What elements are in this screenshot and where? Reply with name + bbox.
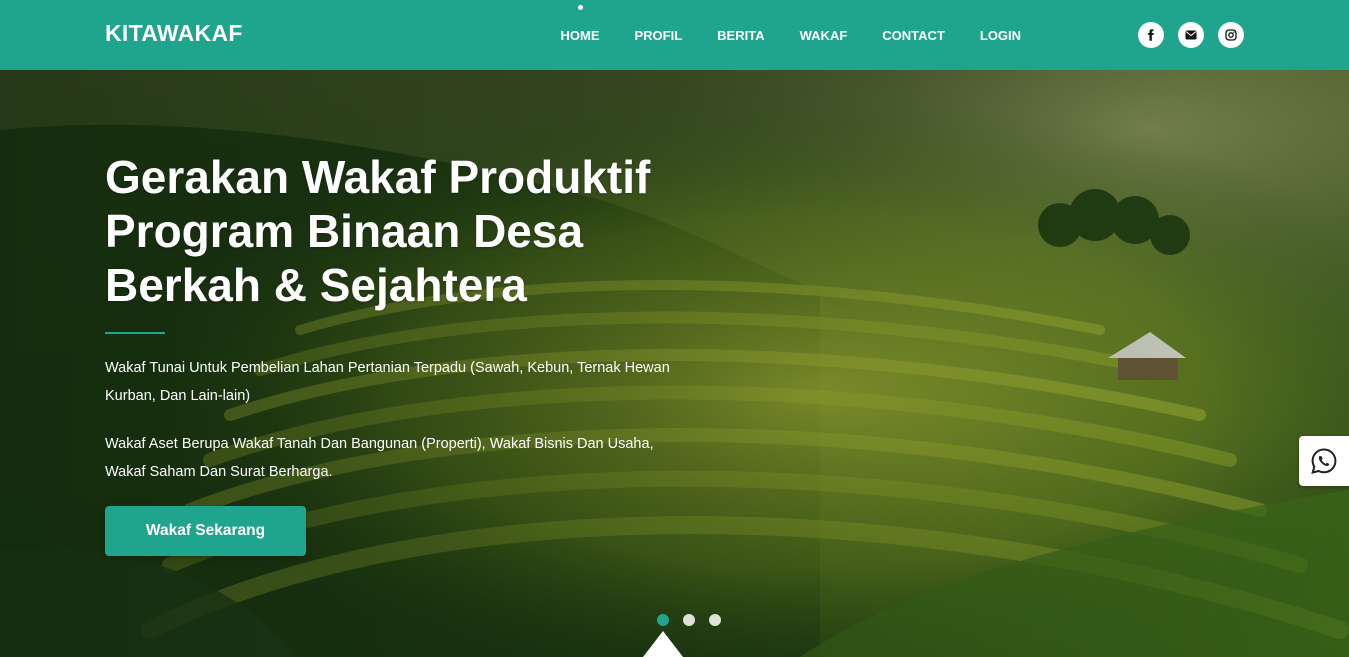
hero-title-line: Program Binaan Desa: [105, 205, 584, 257]
instagram-icon[interactable]: [1218, 22, 1244, 48]
nav-item-label: PROFIL: [634, 27, 683, 43]
brand-logo[interactable]: KITAWAKAF: [105, 20, 243, 47]
hero-title-line: Berkah & Sejahtera: [105, 259, 527, 311]
envelope-icon[interactable]: [1178, 22, 1204, 48]
hero-paragraph: Wakaf Tunai Untuk Pembelian Lahan Pertan…: [105, 360, 670, 404]
hero-title: Gerakan Wakaf Produktif Program Binaan D…: [105, 150, 685, 312]
hero-slider: Gerakan Wakaf Produktif Program Binaan D…: [0, 70, 1349, 657]
nav-item-berita[interactable]: BERITA: [700, 28, 782, 43]
wakaf-sekarang-button[interactable]: Wakaf Sekarang: [105, 506, 306, 556]
navbar: KITAWAKAF HOME PROFIL BERITA WAKAF CONTA…: [0, 0, 1349, 70]
main-nav: HOME PROFIL BERITA WAKAF CONTACT LOGIN: [543, 0, 1039, 70]
slider-dot-3[interactable]: [709, 614, 721, 626]
nav-item-label: BERITA: [717, 27, 765, 43]
slider-dot-1[interactable]: [657, 614, 669, 626]
page: KITAWAKAF HOME PROFIL BERITA WAKAF CONTA…: [0, 0, 1349, 657]
instagram-glyph: [1225, 29, 1237, 41]
whatsapp-glyph: [1311, 448, 1337, 474]
social-links: [1138, 22, 1244, 48]
whatsapp-icon[interactable]: [1299, 436, 1349, 486]
nav-item-label: LOGIN: [979, 27, 1022, 43]
slider-pagination: [657, 614, 721, 626]
nav-item-label: CONTACT: [882, 27, 945, 43]
envelope-glyph: [1185, 30, 1197, 40]
nav-item-label: WAKAF: [799, 27, 848, 43]
nav-item-profil[interactable]: PROFIL: [617, 28, 700, 43]
nav-item-contact[interactable]: CONTACT: [865, 28, 963, 43]
facebook-glyph: [1148, 29, 1154, 41]
hero-title-line: Gerakan Wakaf Produktif: [105, 151, 651, 203]
scroll-down-arrow[interactable]: [643, 631, 683, 657]
hero-paragraph: Wakaf Aset Berupa Wakaf Tanah Dan Bangun…: [105, 436, 654, 480]
nav-item-login[interactable]: LOGIN: [962, 28, 1038, 43]
nav-item-label: HOME: [560, 27, 600, 43]
active-indicator-dot: [577, 4, 583, 10]
facebook-icon[interactable]: [1138, 22, 1164, 48]
slider-dot-2[interactable]: [683, 614, 695, 626]
nav-item-wakaf[interactable]: WAKAF: [782, 28, 865, 43]
nav-item-home[interactable]: HOME: [543, 4, 617, 43]
hero-divider: [105, 332, 165, 334]
hero-content: Gerakan Wakaf Produktif Program Binaan D…: [105, 150, 685, 556]
